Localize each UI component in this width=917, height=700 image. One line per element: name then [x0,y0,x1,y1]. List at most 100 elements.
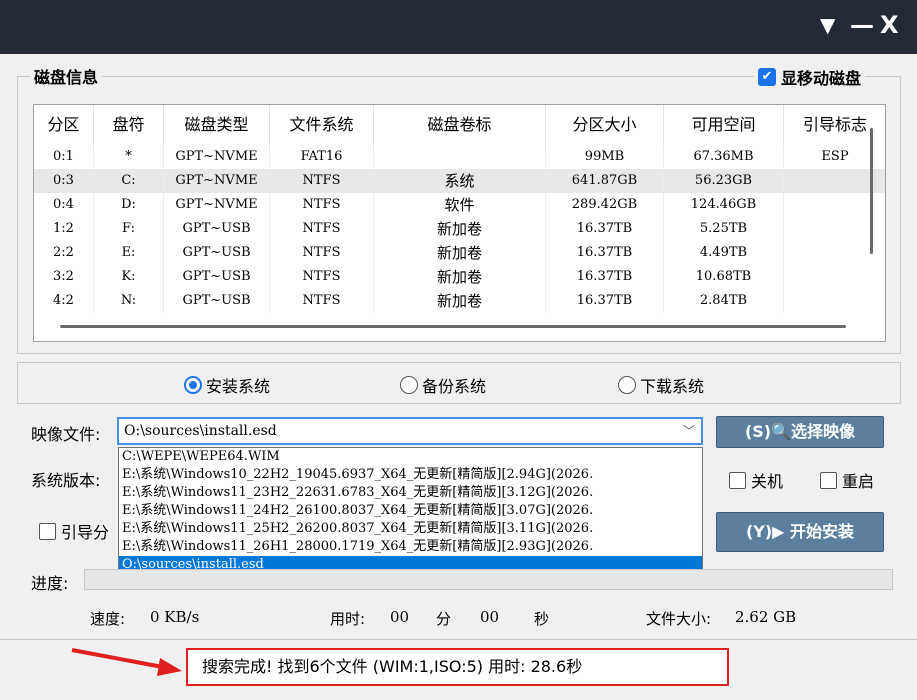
column-header[interactable]: 文件系统 [270,105,374,145]
column-header[interactable]: 分区 [34,105,94,145]
checkbox-empty-icon [729,471,746,489]
dropdown-option[interactable]: E:\系统\Windows11_25H2_26200.8037_X64_无更新[… [119,520,702,538]
table-cell: 系统 [374,169,546,193]
close-icon[interactable]: X [880,10,899,40]
dropdown-option[interactable]: E:\系统\Windows11_23H2_22631.6783_X64_无更新[… [119,484,702,502]
checkbox-empty-icon [820,471,837,489]
table-cell: 5.25TB [664,217,784,241]
radio-download[interactable]: 下载系统 [618,373,704,397]
table-cell [784,289,885,313]
table-cell: 56.23GB [664,169,784,193]
elapsed-label: 用时: [330,610,366,628]
table-row[interactable]: 2:2 E: GPT~USB NTFS 新加卷 16.37TB 4.49TB [34,241,885,265]
table-cell: NTFS [270,193,374,217]
table-cell: NTFS [270,289,374,313]
table-cell: 新加卷 [374,241,546,265]
speed-value: 0 KB/s [150,608,200,626]
radio-install[interactable]: 安装系统 [184,373,270,397]
start-install-button[interactable]: (Y)▶ 开始安装 [716,512,884,552]
table-cell: 16.37TB [546,217,664,241]
radio-install-label: 安装系统 [206,377,271,396]
table-row[interactable]: 0:1 * GPT~NVME FAT16 99MB 67.36MB ESP [34,145,885,169]
table-cell: N: [94,289,164,313]
column-header[interactable]: 磁盘类型 [164,105,270,145]
table-row[interactable]: 1:2 F: GPT~USB NTFS 新加卷 16.37TB 5.25TB [34,217,885,241]
radio-backup[interactable]: 备份系统 [400,373,486,397]
table-vertical-scrollbar[interactable] [870,128,873,254]
partition-table[interactable]: 分区 盘符 磁盘类型 文件系统 磁盘卷标 分区大小 可用空间 引导标志 0:1 * GPT~NVM… [33,104,886,342]
file-size-label: 文件大小: [646,610,712,628]
table-cell: 新加卷 [374,265,546,289]
table-horizontal-scrollbar[interactable] [60,325,846,328]
table-cell: NTFS [270,169,374,193]
shutdown-label: 关机 [751,472,784,491]
shutdown-checkbox[interactable]: 关机 [729,468,783,492]
radio-download-label: 下载系统 [640,377,705,396]
image-dropdown-list[interactable]: C:\WEPE\WEPE64.WIM E:\系统\Windows10_22H2_1… [118,447,703,575]
dropdown-option[interactable]: E:\系统\Windows10_22H2_19045.6937_X64_无更新[… [119,466,702,484]
table-cell: 2.84TB [664,289,784,313]
radio-backup-label: 备份系统 [422,377,487,396]
boot-partition-checkbox[interactable]: 引导分 [39,519,109,543]
image-file-value: O:\sources\install.esd [124,423,277,439]
table-cell: C: [94,169,164,193]
table-cell: GPT~NVME [164,145,270,169]
column-header[interactable]: 磁盘卷标 [374,105,546,145]
table-cell: 新加卷 [374,217,546,241]
table-cell: 2:2 [34,241,94,265]
column-header[interactable]: 盘符 [94,105,164,145]
select-image-button[interactable]: (S)🔍选择映像 [716,416,884,448]
table-cell: 16.37TB [546,241,664,265]
column-header[interactable]: 分区大小 [546,105,664,145]
dropdown-option[interactable]: C:\WEPE\WEPE64.WIM [119,448,702,466]
table-row[interactable]: 0:4 D: GPT~NVME NTFS 软件 289.42GB 124.46GB [34,193,885,217]
table-cell: GPT~NVME [164,193,270,217]
table-body: 0:1 * GPT~NVME FAT16 99MB 67.36MB ESP 0:3 C: GPT~… [34,145,885,313]
table-header: 分区 盘符 磁盘类型 文件系统 磁盘卷标 分区大小 可用空间 引导标志 [34,105,885,145]
table-cell [784,265,885,289]
table-cell: 67.36MB [664,145,784,169]
chevron-down-icon[interactable]: ﹀ [683,419,695,443]
minute-unit: 分 [436,610,452,628]
table-cell: 3:2 [34,265,94,289]
table-cell: 4:2 [34,289,94,313]
table-cell: 124.46GB [664,193,784,217]
table-cell: 软件 [374,193,546,217]
annotation-arrow-icon [71,648,182,676]
show-removable-label: 显移动磁盘 [781,69,862,88]
elapsed-minutes: 00 [390,608,410,626]
status-message: 搜索完成! 找到6个文件 (WIM:1,ISO:5) 用时: 28.6秒 [186,648,729,686]
table-cell: 0:1 [34,145,94,169]
table-cell: K: [94,265,164,289]
table-cell [374,145,546,169]
show-removable-checkbox[interactable]: ✔ 显移动磁盘 [754,65,866,89]
progress-label: 进度: [31,574,69,593]
column-header[interactable]: 可用空间 [664,105,784,145]
table-cell: GPT~USB [164,217,270,241]
table-cell: 99MB [546,145,664,169]
radio-empty-icon [400,376,418,394]
table-cell: GPT~USB [164,241,270,265]
table-cell: 10.68TB [664,265,784,289]
second-unit: 秒 [534,610,550,628]
table-cell: * [94,145,164,169]
table-cell: F: [94,217,164,241]
radio-selected-icon [184,376,202,394]
radio-empty-icon [618,376,636,394]
file-size-value: 2.62 GB [735,608,797,626]
dropdown-option[interactable]: E:\系统\Windows11_24H2_26100.8037_X64_无更新[… [119,502,702,520]
restart-label: 重启 [842,472,875,491]
dropdown-option[interactable]: E:\系统\Windows11_26H1_28000.1719_X64_无更新[… [119,538,702,556]
minimize-icon[interactable]: — [850,10,874,40]
restart-checkbox[interactable]: 重启 [820,468,874,492]
disk-info-title: 磁盘信息 [30,64,103,88]
table-cell: GPT~USB [164,289,270,313]
boot-partition-label: 引导分 [61,523,110,542]
table-cell: FAT16 [270,145,374,169]
image-file-combobox[interactable]: O:\sources\install.esd ﹀ [117,417,703,445]
menu-dropdown-icon[interactable]: ▼ [820,10,835,40]
table-cell: GPT~NVME [164,169,270,193]
table-row[interactable]: 4:2 N: GPT~USB NTFS 新加卷 16.37TB 2.84TB [34,289,885,313]
table-row[interactable]: 0:3 C: GPT~NVME NTFS 系统 641.87GB 56.23GB [34,169,885,193]
table-row[interactable]: 3:2 K: GPT~USB NTFS 新加卷 16.37TB 10.68TB [34,265,885,289]
